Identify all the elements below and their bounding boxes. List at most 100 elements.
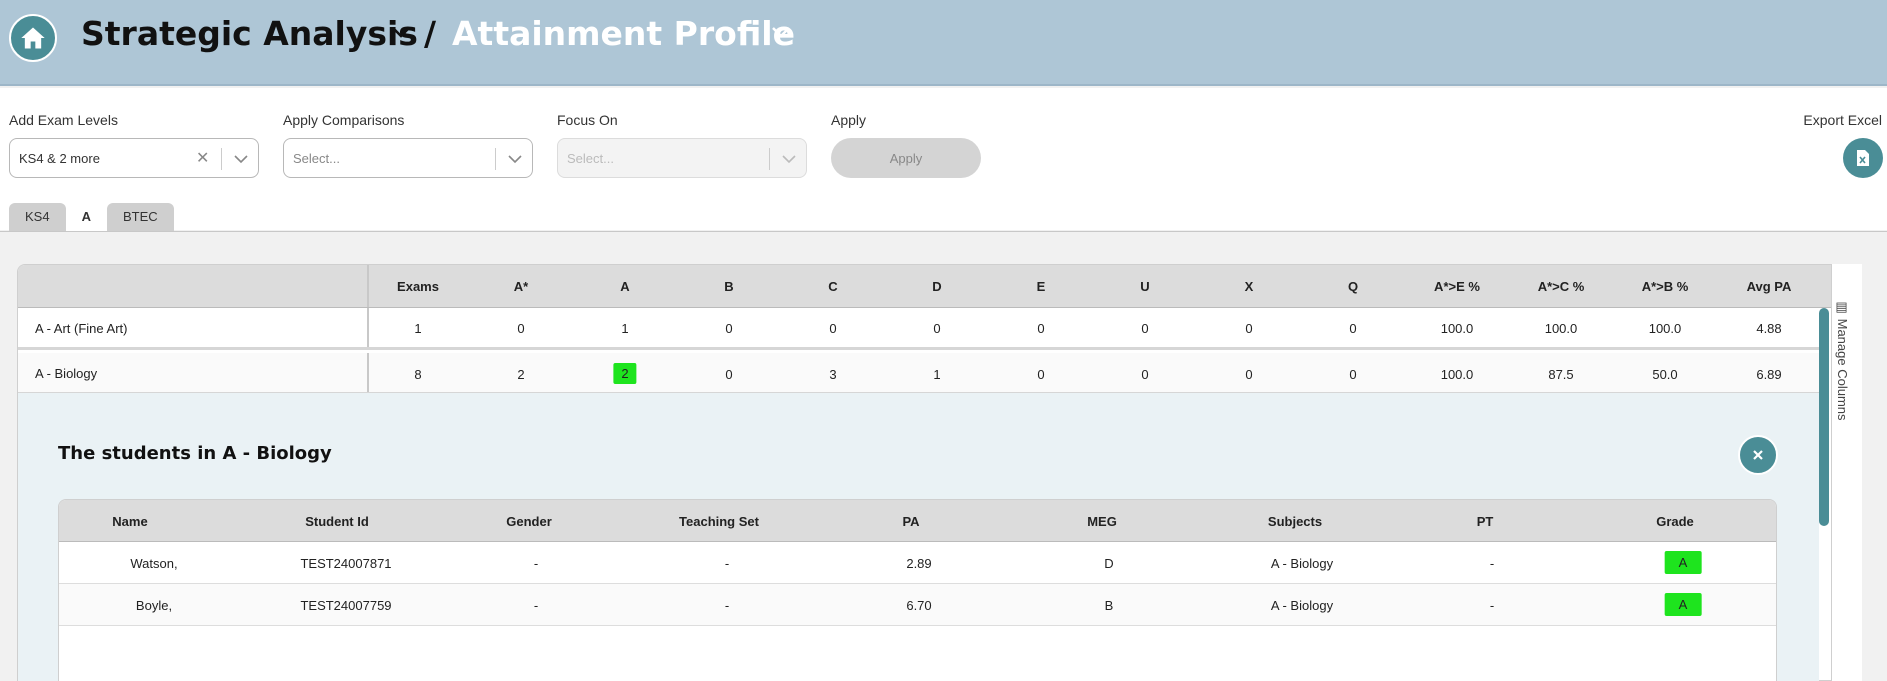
student-row[interactable]: Boyle, TEST24007759 - - 6.70 B A - Biolo… bbox=[59, 584, 1776, 626]
column-header[interactable]: Grade bbox=[1656, 514, 1694, 529]
title-separator: / bbox=[424, 14, 437, 53]
table-row[interactable]: A - Biology 8 2 2 0 3 1 0 0 0 0 100.0 87… bbox=[18, 353, 1823, 395]
chevron-down-icon[interactable] bbox=[390, 24, 412, 40]
column-header[interactable]: Gender bbox=[506, 514, 552, 529]
table-header: Exams A* A B C D E U X Q A*>E % A*>C % A… bbox=[18, 265, 1861, 308]
tab-a-level[interactable]: A bbox=[65, 203, 107, 231]
selected-cell[interactable]: 2 bbox=[613, 363, 637, 384]
home-button[interactable] bbox=[9, 14, 57, 62]
column-header[interactable]: X bbox=[1245, 279, 1254, 294]
table-cell[interactable]: 0 bbox=[1037, 321, 1044, 336]
export-excel-label: Export Excel bbox=[1803, 112, 1882, 128]
column-header[interactable]: A*>C % bbox=[1538, 279, 1585, 294]
table-cell[interactable]: 0 bbox=[1349, 367, 1356, 382]
export-excel-button[interactable] bbox=[1843, 138, 1883, 178]
select-divider bbox=[221, 148, 222, 170]
column-header[interactable]: E bbox=[1037, 279, 1046, 294]
column-header[interactable]: Subjects bbox=[1268, 514, 1322, 529]
page-subtitle[interactable]: Attainment Profile bbox=[452, 14, 795, 53]
select-divider bbox=[769, 148, 770, 170]
tab-ks4[interactable]: KS4 bbox=[9, 203, 66, 231]
column-header[interactable]: A*>B % bbox=[1642, 279, 1689, 294]
table-cell[interactable]: 1 bbox=[621, 321, 628, 336]
student-id: TEST24007871 bbox=[300, 556, 392, 571]
table-cell[interactable]: 2 bbox=[517, 367, 524, 382]
tab-underline bbox=[0, 231, 1887, 232]
table-cell: 87.5 bbox=[1548, 367, 1574, 382]
column-header[interactable]: B bbox=[724, 279, 733, 294]
table-cell[interactable]: 0 bbox=[1141, 321, 1148, 336]
exam-level-tabs: KS4 A BTEC bbox=[9, 203, 174, 231]
table-cell[interactable]: 0 bbox=[725, 321, 732, 336]
column-header[interactable]: PA bbox=[902, 514, 919, 529]
student-subjects: A - Biology bbox=[1270, 556, 1334, 571]
table-cell[interactable]: 0 bbox=[517, 321, 524, 336]
column-header[interactable]: Exams bbox=[397, 279, 439, 294]
clear-icon[interactable]: ✕ bbox=[196, 148, 209, 168]
student-meg: D bbox=[1104, 556, 1114, 571]
student-pt: - bbox=[1489, 598, 1495, 613]
chevron-down-icon[interactable] bbox=[233, 153, 249, 165]
column-divider bbox=[367, 265, 369, 307]
column-header[interactable]: Q bbox=[1348, 279, 1358, 294]
apply-button[interactable]: Apply bbox=[831, 138, 981, 178]
table-cell[interactable]: 0 bbox=[829, 321, 836, 336]
column-divider bbox=[367, 308, 369, 347]
table-cell[interactable]: 1 bbox=[933, 367, 940, 382]
column-header[interactable]: A* bbox=[514, 279, 528, 294]
table-cell: 4.88 bbox=[1756, 321, 1782, 336]
excel-file-icon bbox=[1857, 150, 1869, 166]
column-header[interactable]: MEG bbox=[1087, 514, 1117, 529]
comparisons-placeholder: Select... bbox=[293, 151, 340, 166]
table-cell: 6.89 bbox=[1756, 367, 1782, 382]
student-id: TEST24007759 bbox=[300, 598, 392, 613]
table-cell[interactable]: 0 bbox=[725, 367, 732, 382]
chevron-down-icon[interactable] bbox=[770, 24, 792, 40]
vertical-scrollbar[interactable] bbox=[1819, 308, 1829, 526]
manage-columns-toggle[interactable]: ▤ Manage Columns bbox=[1835, 300, 1850, 421]
page-title[interactable]: Strategic Analysis bbox=[81, 14, 418, 53]
table-cell[interactable]: 0 bbox=[1245, 367, 1252, 382]
close-icon bbox=[1753, 450, 1763, 460]
student-gender: - bbox=[533, 556, 539, 571]
column-header[interactable]: Teaching Set bbox=[679, 514, 759, 529]
column-header[interactable]: Student Id bbox=[305, 514, 369, 529]
students-drilldown: The students in A - Biology Name Student… bbox=[18, 393, 1819, 681]
table-cell[interactable]: 8 bbox=[414, 367, 421, 382]
chevron-down-icon[interactable] bbox=[507, 153, 523, 165]
focus-on-select[interactable]: Select... bbox=[557, 138, 807, 178]
column-header[interactable]: D bbox=[932, 279, 941, 294]
column-header[interactable]: Avg PA bbox=[1747, 279, 1792, 294]
home-icon bbox=[21, 27, 45, 49]
close-drilldown-button[interactable] bbox=[1738, 435, 1778, 475]
tab-btec[interactable]: BTEC bbox=[106, 203, 174, 231]
row-subject-name: A - Art (Fine Art) bbox=[35, 321, 128, 336]
table-cell[interactable]: 3 bbox=[829, 367, 836, 382]
student-pa: 2.89 bbox=[906, 556, 932, 571]
column-header[interactable]: Name bbox=[112, 514, 147, 529]
table-cell[interactable]: 0 bbox=[1037, 367, 1044, 382]
table-cell[interactable]: 0 bbox=[1245, 321, 1252, 336]
student-row[interactable]: Watson, TEST24007871 - - 2.89 D A - Biol… bbox=[59, 542, 1776, 584]
table-cell[interactable]: 0 bbox=[1141, 367, 1148, 382]
students-table: Name Student Id Gender Teaching Set PA M… bbox=[58, 499, 1777, 681]
column-header[interactable]: A*>E % bbox=[1434, 279, 1480, 294]
table-cell[interactable]: 0 bbox=[1349, 321, 1356, 336]
exam-levels-select[interactable]: KS4 & 2 more ✕ bbox=[9, 138, 259, 178]
column-header[interactable]: C bbox=[828, 279, 837, 294]
table-row[interactable]: A - Art (Fine Art) 1 0 1 0 0 0 0 0 0 0 1… bbox=[18, 308, 1823, 350]
student-teaching-set: - bbox=[724, 556, 730, 571]
chevron-down-icon[interactable] bbox=[781, 153, 797, 165]
column-header[interactable]: U bbox=[1140, 279, 1149, 294]
column-header[interactable]: PT bbox=[1477, 514, 1494, 529]
comparisons-select[interactable]: Select... bbox=[283, 138, 533, 178]
student-teaching-set: - bbox=[724, 598, 730, 613]
student-grade: A bbox=[1664, 593, 1702, 616]
column-header[interactable]: A bbox=[620, 279, 629, 294]
focus-on-placeholder: Select... bbox=[567, 151, 614, 166]
student-meg: B bbox=[1104, 598, 1114, 613]
students-table-header: Name Student Id Gender Teaching Set PA M… bbox=[59, 500, 1776, 542]
table-cell[interactable]: 1 bbox=[414, 321, 421, 336]
table-cell[interactable]: 0 bbox=[933, 321, 940, 336]
table-cell: 50.0 bbox=[1652, 367, 1678, 382]
